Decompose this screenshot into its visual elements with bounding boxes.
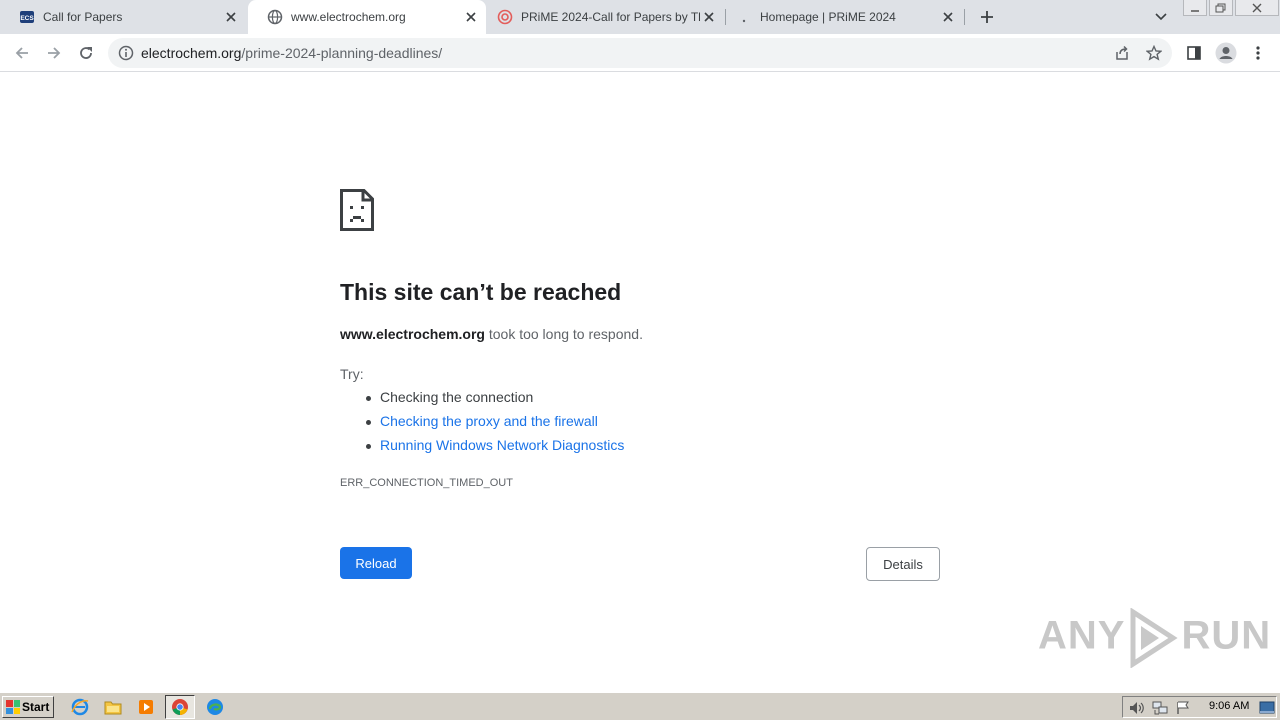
minimize-button[interactable]: [1183, 0, 1207, 16]
chrome-icon: [172, 699, 188, 715]
tab-prime-homepage[interactable]: Homepage | PRiME 2024: [717, 0, 963, 34]
url-path: /prime-2024-planning-deadlines/: [241, 45, 443, 61]
tab-title: Homepage | PRiME 2024: [760, 10, 896, 24]
globe-icon: [267, 9, 283, 25]
window-controls: [1183, 0, 1280, 18]
tab-separator: [964, 9, 965, 25]
watermark-right: RUN: [1181, 613, 1272, 658]
avatar-icon: [1215, 42, 1237, 64]
suggestion-check-connection: Checking the connection: [365, 389, 534, 405]
profile-button[interactable]: [1214, 41, 1238, 65]
svg-text:ECS: ECS: [20, 15, 34, 22]
start-button[interactable]: Start: [2, 696, 54, 718]
menu-button[interactable]: [1246, 41, 1270, 65]
volume-icon[interactable]: [1129, 700, 1145, 716]
new-tab-button[interactable]: [976, 6, 998, 28]
error-host: www.electrochem.org: [340, 326, 485, 342]
system-tray: 9:06 AM: [1122, 696, 1277, 718]
watermark-left: ANY: [1038, 613, 1126, 658]
error-code: ERR_CONNECTION_TIMED_OUT: [340, 477, 513, 489]
refresh-icon: [80, 47, 92, 59]
error-message-rest: took too long to respond.: [484, 326, 643, 342]
network-icon[interactable]: [1152, 700, 1168, 716]
prime-logo-icon: [497, 9, 513, 25]
info-icon: [118, 45, 134, 61]
taskbar: Start 9:06 AM: [0, 692, 1280, 720]
start-label: Start: [22, 700, 50, 714]
ecs-logo-icon: ECS: [19, 9, 35, 25]
tab-call-for-papers[interactable]: ECS Call for Papers: [0, 0, 246, 34]
windows-flag-icon: [6, 700, 20, 714]
details-button[interactable]: Details: [866, 547, 940, 581]
arrow-right-icon: [48, 47, 61, 59]
tab-electrochem[interactable]: www.electrochem.org: [248, 0, 486, 34]
back-button[interactable]: [10, 41, 34, 65]
file-explorer-icon[interactable]: [102, 697, 124, 717]
address-bar[interactable]: electrochem.org/prime-2024-planning-dead…: [108, 38, 1172, 68]
plus-icon: [981, 11, 993, 23]
close-window-button[interactable]: [1235, 0, 1279, 16]
tab-prime-call-for-papers[interactable]: PRiME 2024-Call for Papers by The E: [478, 0, 724, 34]
error-heading: This site can’t be reached: [340, 279, 622, 305]
chrome-taskbar-button[interactable]: [165, 695, 195, 719]
tab-search-button[interactable]: [1150, 6, 1172, 28]
side-panel-icon: [1187, 46, 1201, 60]
kebab-menu-icon: [1256, 46, 1260, 60]
internet-explorer-icon[interactable]: [69, 697, 91, 717]
bookmark-button[interactable]: [1144, 43, 1164, 63]
close-icon: [1252, 3, 1262, 12]
star-icon: [1146, 45, 1162, 61]
clock[interactable]: 9:06 AM: [1209, 700, 1249, 712]
tab-title: Call for Papers: [43, 10, 123, 24]
action-center-flag-icon[interactable]: [1175, 700, 1191, 716]
error-message: www.electrochem.org took too long to res…: [340, 326, 643, 342]
arrow-left-icon: [15, 47, 28, 59]
url-text[interactable]: electrochem.org/prime-2024-planning-dead…: [141, 45, 442, 61]
side-panel-button[interactable]: [1182, 41, 1206, 65]
error-page: This site can’t be reached www.electroch…: [0, 72, 1280, 692]
chevron-down-icon: [1155, 13, 1167, 21]
close-tab-icon[interactable]: [700, 8, 718, 26]
browser-toolbar: electrochem.org/prime-2024-planning-dead…: [0, 34, 1280, 72]
restore-button[interactable]: [1209, 0, 1233, 16]
url-host: electrochem.org: [141, 45, 242, 61]
show-desktop-icon[interactable]: [1259, 700, 1275, 716]
suggestion-proxy-firewall-link[interactable]: Checking the proxy and the firewall: [366, 413, 598, 429]
reload-button[interactable]: [74, 41, 98, 65]
tab-strip: ECS Call for Papers www.electrochem.org …: [0, 0, 1280, 34]
minimize-icon: [1191, 9, 1199, 12]
restore-icon: [1215, 3, 1226, 12]
share-button[interactable]: [1112, 43, 1132, 63]
try-label: Try:: [340, 366, 364, 382]
suggestion-network-diagnostics-link[interactable]: Running Windows Network Diagnostics: [365, 437, 624, 453]
tab-title: PRiME 2024-Call for Papers by The E: [521, 10, 700, 24]
sad-document-icon: [340, 189, 374, 231]
share-icon: [1116, 45, 1128, 60]
edge-icon[interactable]: [204, 697, 226, 717]
anyrun-watermark: ANY RUN: [1038, 608, 1271, 668]
forward-button[interactable]: [42, 41, 66, 65]
media-player-icon[interactable]: [135, 697, 157, 717]
tab-title: www.electrochem.org: [291, 10, 406, 24]
close-tab-icon[interactable]: [222, 8, 240, 26]
play-logo-icon: [1130, 608, 1179, 668]
reload-page-button[interactable]: Reload: [340, 547, 412, 579]
loading-icon: [736, 9, 752, 25]
close-tab-icon[interactable]: [939, 8, 957, 26]
